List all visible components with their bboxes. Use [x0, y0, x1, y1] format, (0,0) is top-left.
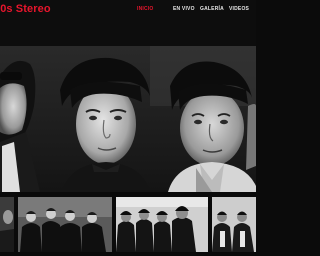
- person-right: [168, 61, 256, 192]
- main-nav: INICIO EN VIVO GALERÍA VIDEOS: [0, 0, 256, 20]
- photo-gallery: [0, 197, 256, 252]
- band-photo: [0, 46, 256, 192]
- page-footer-edge: [0, 252, 256, 256]
- hero-banner-image: [0, 46, 256, 192]
- nav-item-inicio[interactable]: INICIO: [137, 6, 153, 12]
- gallery-thumb-3[interactable]: [116, 197, 208, 252]
- nav-item-en-vivo[interactable]: EN VIVO: [173, 6, 195, 12]
- gallery-thumb-4[interactable]: [212, 197, 256, 252]
- nav-item-videos[interactable]: VIDEOS: [229, 6, 249, 12]
- nav-item-galeria[interactable]: GALERÍA: [200, 6, 224, 12]
- gallery-thumb-1[interactable]: [0, 197, 14, 252]
- site-header: 80s Stereo INICIO EN VIVO GALERÍA VIDEOS: [0, 0, 256, 46]
- gallery-thumb-2[interactable]: [18, 197, 112, 252]
